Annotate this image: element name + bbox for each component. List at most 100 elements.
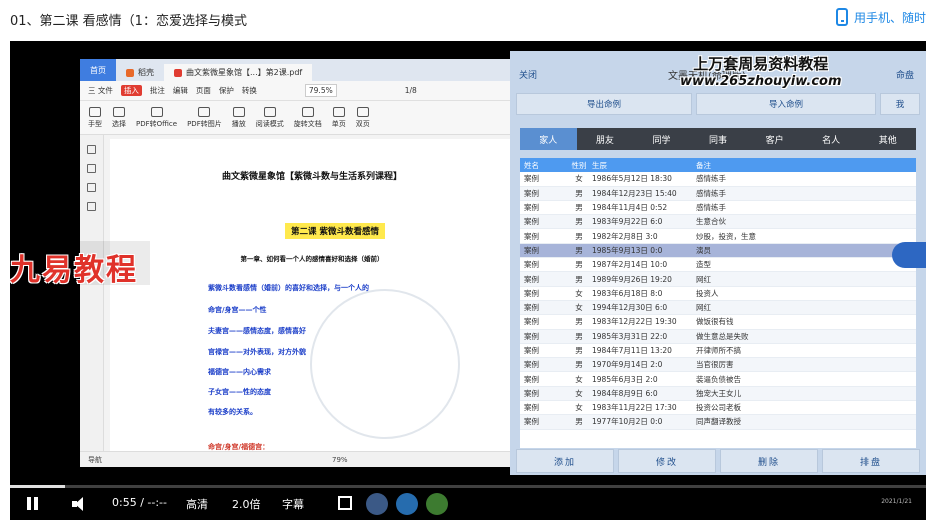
cell-note: 感情练手 [696, 174, 726, 184]
nav-button[interactable]: 导航 [88, 455, 102, 465]
cell-sex: 男 [575, 274, 583, 284]
status-zoom[interactable]: 79% [332, 456, 348, 464]
table-row[interactable]: 案例 男 1985年3月31日 22:0 做生意总是失败 [520, 329, 916, 344]
header-birth[interactable]: 生辰 [592, 160, 696, 171]
tab-colleagues[interactable]: 同事 [690, 128, 747, 150]
menu-convert[interactable]: 转换 [242, 85, 257, 96]
progress-bar[interactable] [10, 485, 926, 488]
export-button[interactable]: 导出命例 [516, 93, 692, 115]
table-row[interactable]: 案例 女 1983年6月18日 8:0 投资人 [520, 287, 916, 301]
header-name[interactable]: 姓名 [520, 160, 566, 171]
cell-name: 案例 [524, 388, 539, 398]
tab-clients[interactable]: 客户 [746, 128, 803, 150]
cell-note: 网红 [696, 303, 711, 313]
speed-button[interactable]: 2.0倍 [232, 496, 261, 512]
video-player[interactable]: 首页 稻壳 曲文紫微星象馆【...】第2课.pdf 三 文件 插入 批注 编辑 … [10, 41, 926, 520]
menu-insert[interactable]: 插入 [120, 85, 142, 96]
thumbnail-icon[interactable] [87, 164, 96, 173]
app-icon[interactable] [426, 493, 448, 515]
cell-sex: 男 [575, 203, 583, 213]
cell-name: 案例 [524, 403, 539, 413]
zoom-select[interactable]: 79.5% [304, 84, 337, 97]
cell-name: 案例 [524, 317, 539, 327]
tool-hand[interactable]: 手型 [88, 106, 102, 129]
add-button[interactable]: 添加 [516, 449, 614, 473]
tool-single-page[interactable]: 单页 [332, 106, 346, 129]
tool-pdf-to-image[interactable]: PDF转图片 [187, 106, 222, 129]
cell-birth: 1986年5月12日 18:30 [592, 174, 672, 184]
chart-button[interactable]: 命盘 [896, 68, 914, 81]
me-button[interactable]: 我 [880, 93, 920, 115]
cell-name: 案例 [524, 417, 539, 427]
header-note[interactable]: 备注 [696, 160, 916, 171]
pdf-toolbar: 手型 选择 PDF转Office PDF转图片 播放 阅读模式 旋转文档 单页 … [80, 101, 520, 135]
menu-file[interactable]: 三 文件 [88, 85, 113, 96]
tab-classmates[interactable]: 同学 [633, 128, 690, 150]
phone-link[interactable]: 用手机、随时 [835, 8, 926, 26]
cell-name: 案例 [524, 245, 539, 255]
pause-icon[interactable] [26, 497, 40, 511]
app-icon[interactable] [366, 493, 388, 515]
tool-pdf-to-office[interactable]: PDF转Office [136, 106, 177, 129]
menu-protect[interactable]: 保护 [219, 85, 234, 96]
table-row[interactable]: 案例 男 1985年9月13日 0:0 演员 [520, 243, 916, 259]
tool-rotate[interactable]: 旋转文档 [294, 106, 322, 129]
cell-note: 投资人 [696, 288, 719, 298]
fullscreen-icon[interactable] [338, 496, 352, 510]
edit-button[interactable]: 修改 [618, 449, 716, 473]
table-row[interactable]: 案例 女 1994年12月30日 6:0 网红 [520, 300, 916, 316]
app-icon[interactable] [396, 493, 418, 515]
tab-friends[interactable]: 朋友 [577, 128, 634, 150]
table-row[interactable]: 案例 男 1983年9月22日 6:0 生意合伙 [520, 215, 916, 230]
side-arrow-handle[interactable] [892, 242, 926, 268]
attachment-icon[interactable] [87, 202, 96, 211]
subtitle-button[interactable]: 字幕 [282, 496, 304, 512]
volume-icon[interactable] [72, 497, 90, 511]
table-row[interactable]: 案例 男 1982年2月8日 3:0 炒股，投资，生意 [520, 229, 916, 244]
header-sex[interactable]: 性别 [566, 160, 592, 171]
tool-reading-mode[interactable]: 阅读模式 [256, 106, 284, 129]
doc-line: 紫微斗数看感情（婚前）的喜好和选择，与一个人的 [208, 284, 369, 292]
pdf-body: 曲文紫微星象馆【紫微斗数与生活系列课程】 第二课 紫微斗数看感情 第一章、如何看… [80, 135, 520, 451]
menu-edit[interactable]: 编辑 [173, 85, 188, 96]
doc-chapter: 第一章、如何看一个人的感情喜好和选择（婚前） [240, 255, 384, 263]
table-row[interactable]: 案例 男 1983年12月22日 19:30 做饭很有钱 [520, 315, 916, 330]
bookmark-icon[interactable] [87, 145, 96, 154]
cell-birth: 1984年11月4日 0:52 [592, 203, 668, 213]
cell-birth: 1989年9月26日 19:20 [592, 274, 672, 284]
close-button[interactable]: 关闭 [519, 68, 537, 81]
menu-comment[interactable]: 批注 [150, 85, 165, 96]
table-row[interactable]: 案例 男 1977年10月2日 0:0 同声翻译教授 [520, 415, 916, 430]
menu-page[interactable]: 页面 [196, 85, 211, 96]
table-row[interactable]: 案例 男 1984年11月4日 0:52 感情练手 [520, 201, 916, 216]
tab-pdf-doc[interactable]: 曲文紫微星象馆【...】第2课.pdf [164, 64, 313, 81]
tab-celebrities[interactable]: 名人 [803, 128, 860, 150]
comment-icon[interactable] [87, 183, 96, 192]
tab-family[interactable]: 家人 [520, 128, 577, 150]
tool-double-page[interactable]: 双页 [356, 106, 370, 129]
tab-others[interactable]: 其他 [859, 128, 916, 150]
import-button[interactable]: 导入命例 [696, 93, 876, 115]
cell-sex: 男 [575, 360, 583, 370]
table-row[interactable]: 案例 女 1983年11月22日 17:30 投资公司老板 [520, 401, 916, 416]
tool-select[interactable]: 选择 [112, 106, 126, 129]
tool-play[interactable]: 播放 [232, 106, 246, 129]
tab-docer[interactable]: 稻壳 [116, 64, 164, 81]
cell-name: 案例 [524, 260, 539, 270]
table-row[interactable]: 案例 女 1984年8月9日 6:0 独宠大王女儿 [520, 386, 916, 402]
table-row[interactable]: 案例 男 1989年9月26日 19:20 网红 [520, 272, 916, 287]
table-row[interactable]: 案例 女 1986年5月12日 18:30 感情练手 [520, 172, 916, 187]
table-row[interactable]: 案例 女 1985年6月3日 2:0 装逼负债被告 [520, 372, 916, 387]
table-row[interactable]: 案例 男 1984年7月11日 13:20 开律师所不搞 [520, 344, 916, 359]
rotate-icon [301, 106, 314, 117]
delete-button[interactable]: 删除 [720, 449, 818, 473]
quality-button[interactable]: 高清 [186, 496, 208, 512]
tab-home[interactable]: 首页 [80, 59, 116, 81]
chart-plot-button[interactable]: 排盘 [822, 449, 920, 473]
table-row[interactable]: 案例 男 1970年9月14日 2:0 当官很厉害 [520, 358, 916, 373]
seal-watermark [310, 289, 460, 439]
table-row[interactable]: 案例 男 1987年2月14日 10:0 造型 [520, 258, 916, 273]
table-row[interactable]: 案例 男 1984年12月23日 15:40 感情练手 [520, 186, 916, 201]
tab-docer-label: 稻壳 [138, 68, 154, 77]
cell-birth: 1983年12月22日 19:30 [592, 317, 677, 327]
